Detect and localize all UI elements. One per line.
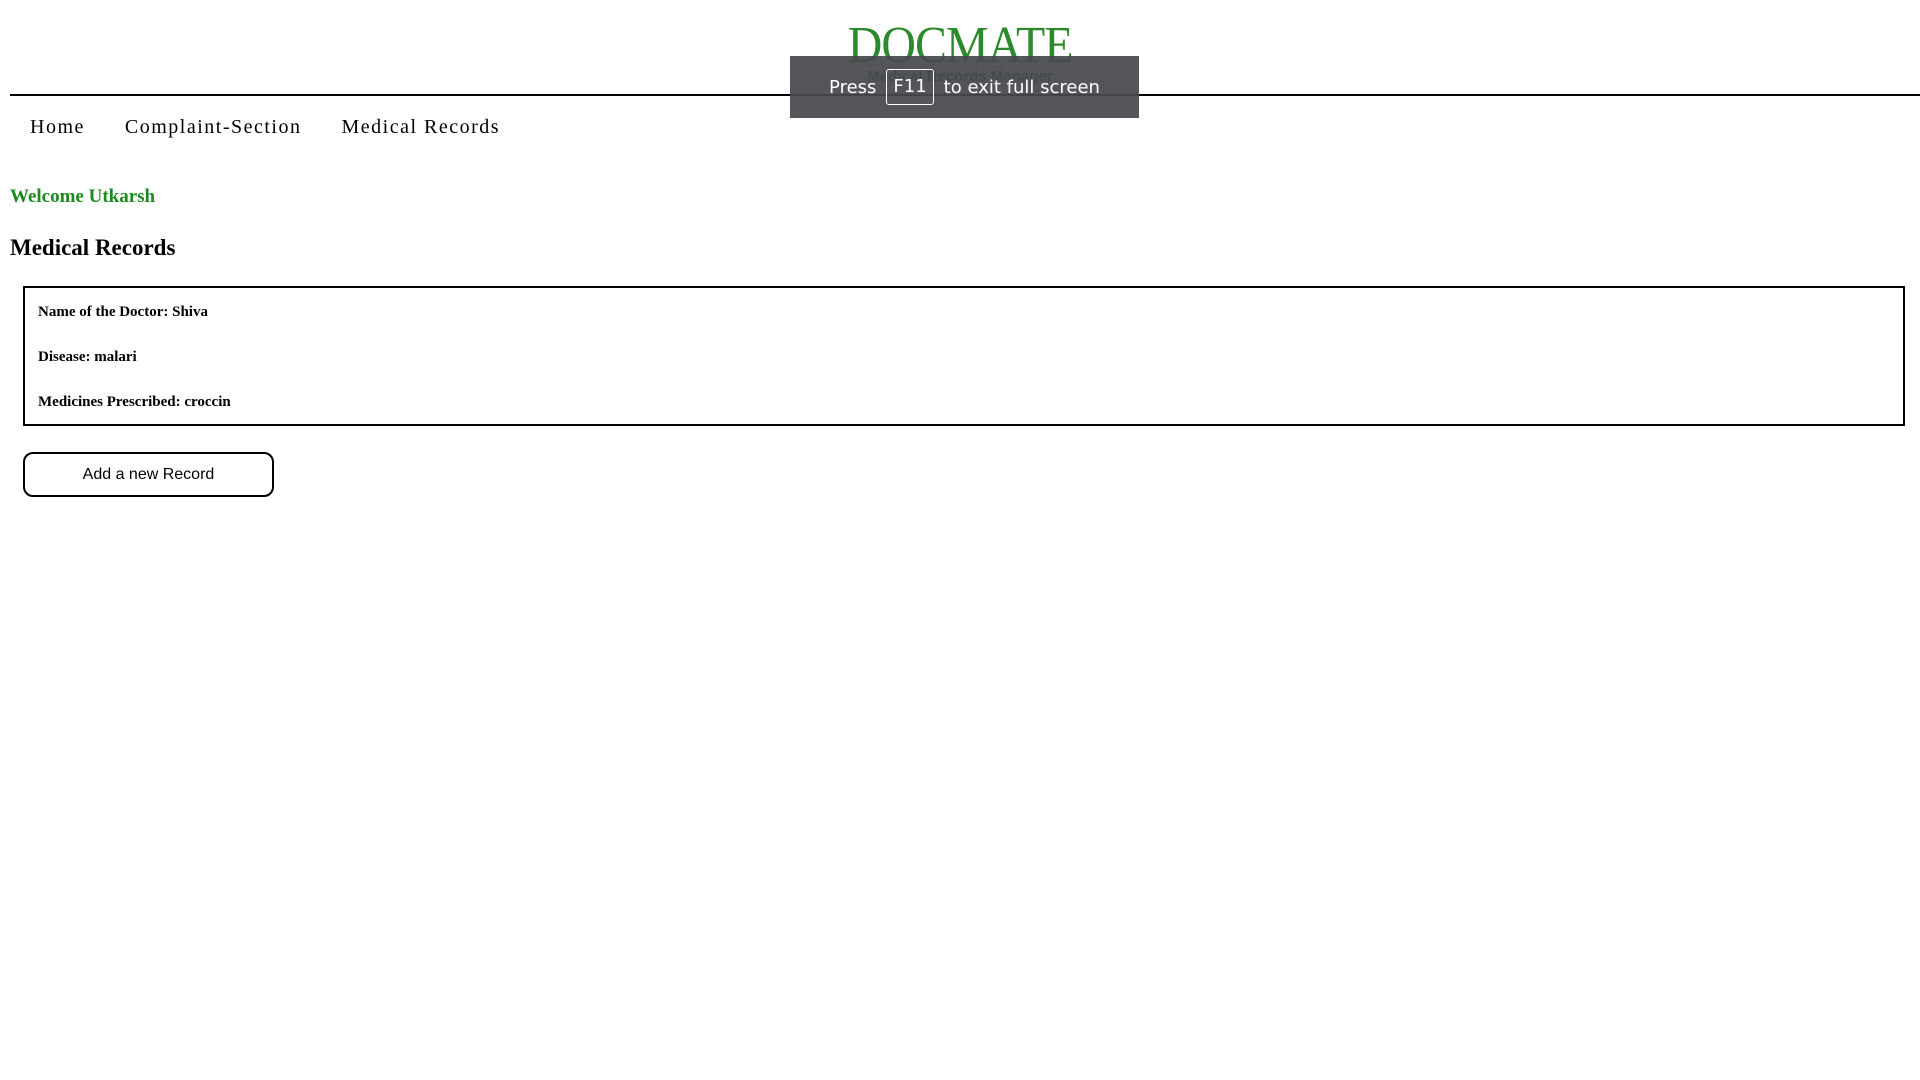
fullscreen-notice-suffix: to exit full screen	[943, 76, 1100, 98]
nav-item-home[interactable]: Home	[30, 116, 85, 139]
page-title: Medical Records	[10, 235, 176, 260]
fullscreen-notice: Press F11 to exit full screen	[790, 56, 1139, 118]
add-record-button[interactable]: Add a new Record	[23, 452, 274, 497]
record-doctor: Name of the Doctor: Shiva	[38, 304, 208, 320]
main-nav: Home Complaint-Section Medical Records	[30, 116, 500, 139]
page: DOCMATE Medical Records Manager Home Com…	[0, 0, 1920, 1080]
record-disease: Disease: malari	[38, 349, 137, 365]
nav-item-complaint-section[interactable]: Complaint-Section	[125, 116, 302, 139]
fullscreen-key-badge: F11	[886, 69, 934, 105]
medical-record-card: Name of the Doctor: Shiva Disease: malar…	[23, 286, 1905, 426]
nav-item-medical-records[interactable]: Medical Records	[341, 116, 500, 139]
welcome-message: Welcome Utkarsh	[10, 186, 156, 207]
record-medicines: Medicines Prescribed: croccin	[38, 394, 231, 410]
fullscreen-notice-prefix: Press	[829, 76, 877, 98]
